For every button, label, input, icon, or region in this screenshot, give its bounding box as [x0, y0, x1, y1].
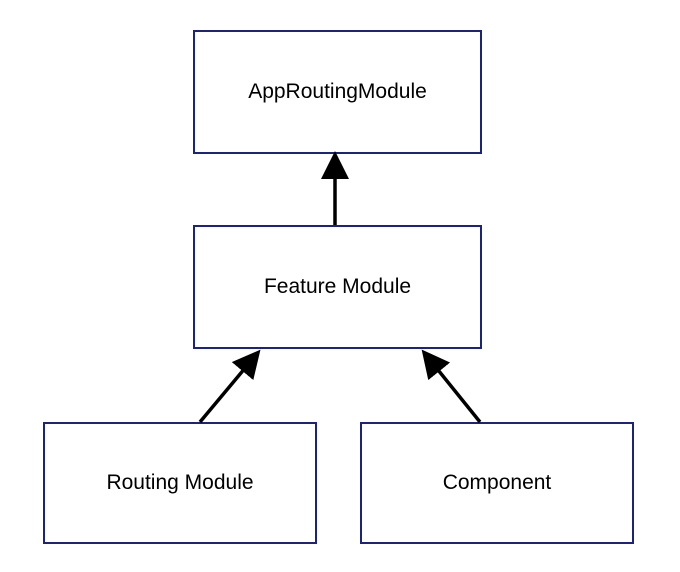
component-box: Component [360, 422, 634, 544]
app-routing-module-box: AppRoutingModule [193, 30, 482, 154]
feature-module-label: Feature Module [264, 275, 411, 299]
feature-module-box: Feature Module [193, 225, 482, 349]
app-routing-module-label: AppRoutingModule [248, 80, 427, 104]
arrow-routing-to-feature [200, 355, 256, 422]
arrow-component-to-feature [426, 355, 480, 422]
routing-module-box: Routing Module [43, 422, 317, 544]
component-label: Component [443, 471, 552, 495]
routing-module-label: Routing Module [106, 471, 253, 495]
